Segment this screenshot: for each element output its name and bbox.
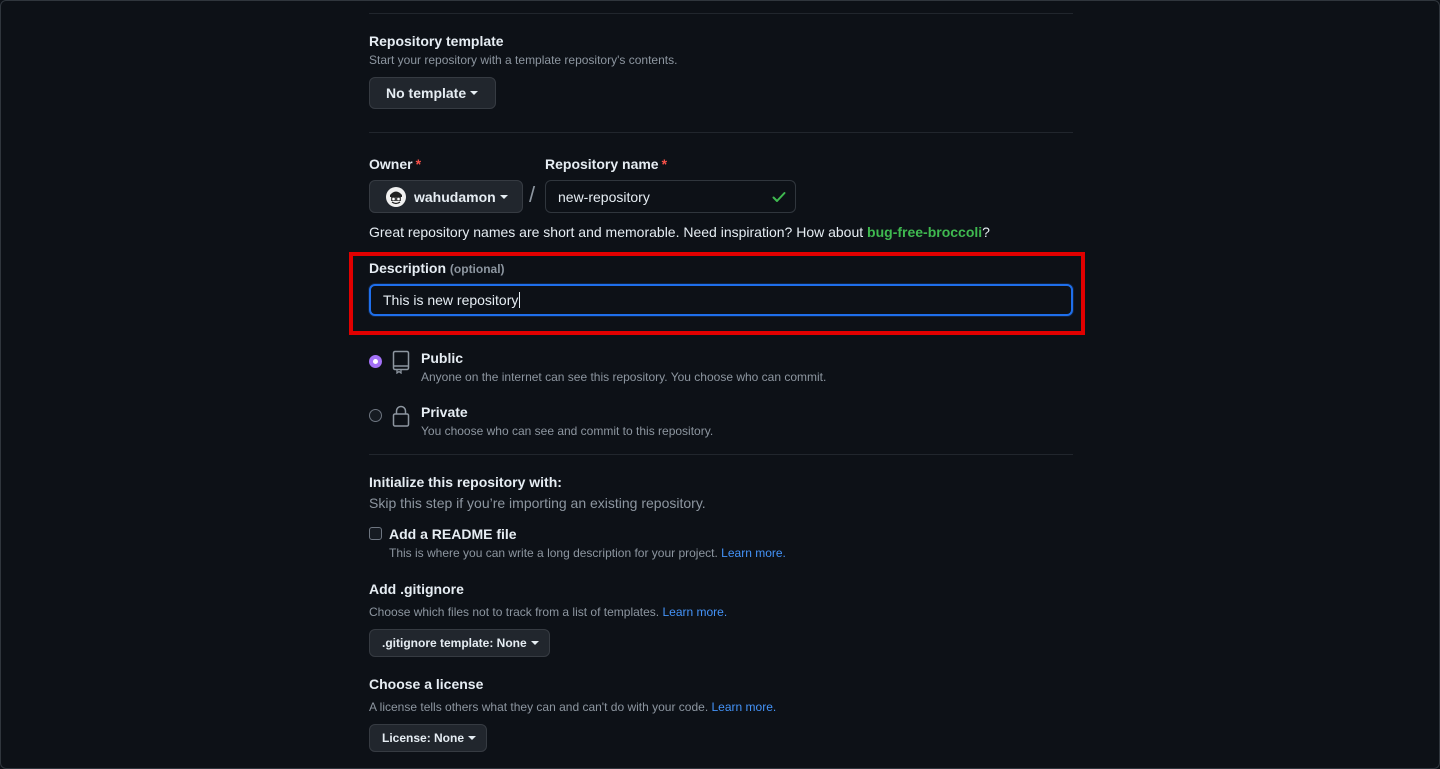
description-annotation-highlight	[349, 252, 1085, 335]
owner-dropdown-button[interactable]: wahudamon	[369, 180, 523, 213]
avatar-icon	[386, 186, 406, 207]
readme-checkbox[interactable]	[369, 527, 382, 540]
public-description: Anyone on the internet can see this repo…	[421, 370, 827, 384]
license-title: Choose a license	[369, 676, 484, 692]
owner-required-mark: *	[415, 156, 422, 172]
owner-label-text: Owner	[369, 156, 413, 172]
owner-label: Owner *	[369, 156, 421, 172]
name-suggestion-link[interactable]: bug-free-broccoli	[867, 224, 982, 240]
visibility-divider	[369, 454, 1073, 455]
license-learn-more-link[interactable]: Learn more.	[712, 700, 777, 714]
initialize-subtitle: Skip this step if you’re importing an ex…	[369, 495, 706, 511]
readme-learn-more-link[interactable]: Learn more.	[721, 546, 786, 560]
repo-name-label: Repository name *	[545, 156, 667, 172]
chevron-down-icon	[468, 736, 477, 740]
chevron-down-icon	[470, 91, 479, 95]
readme-description-text: This is where you can write a long descr…	[389, 546, 718, 560]
initialize-title: Initialize this repository with:	[369, 474, 562, 490]
license-dropdown-label: License: None	[382, 731, 465, 745]
chevron-down-icon	[499, 194, 508, 199]
license-dropdown-button[interactable]: License: None	[369, 724, 487, 752]
public-label[interactable]: Public	[421, 350, 463, 366]
template-title: Repository template	[369, 33, 504, 49]
repo-name-required-mark: *	[661, 156, 668, 172]
private-description: You choose who can see and commit to thi…	[421, 424, 714, 438]
template-dropdown-label: No template	[386, 85, 467, 101]
gitignore-description-text: Choose which files not to track from a l…	[369, 605, 660, 619]
template-subtitle: Start your repository with a template re…	[369, 53, 678, 67]
license-description: A license tells others what they can and…	[369, 700, 776, 714]
gitignore-description: Choose which files not to track from a l…	[369, 605, 727, 619]
private-radio[interactable]	[369, 409, 382, 422]
gitignore-title: Add .gitignore	[369, 581, 464, 597]
top-divider	[369, 13, 1073, 14]
owner-repo-separator: /	[529, 182, 536, 207]
owner-name: wahudamon	[414, 188, 496, 205]
repo-name-hint: Great repository names are short and mem…	[369, 224, 990, 240]
repo-name-label-text: Repository name	[545, 156, 659, 172]
readme-label[interactable]: Add a README file	[389, 526, 517, 542]
template-dropdown-button[interactable]: No template	[369, 77, 496, 109]
check-icon	[771, 189, 787, 208]
repo-name-hint-text: Great repository names are short and mem…	[369, 224, 864, 240]
repo-name-input[interactable]: new-repository	[545, 180, 796, 213]
public-radio[interactable]	[369, 355, 382, 368]
license-description-text: A license tells others what they can and…	[369, 700, 709, 714]
gitignore-dropdown-button[interactable]: .gitignore template: None	[369, 629, 550, 657]
readme-description: This is where you can write a long descr…	[389, 546, 786, 560]
chevron-down-icon	[530, 641, 539, 645]
template-divider	[369, 132, 1073, 133]
gitignore-dropdown-label: .gitignore template: None	[382, 636, 527, 650]
repo-icon	[391, 350, 411, 379]
private-label[interactable]: Private	[421, 404, 468, 420]
repo-name-value: new-repository	[558, 188, 650, 205]
repo-name-hint-suffix: ?	[982, 224, 990, 240]
page-frame: Repository template Start your repositor…	[0, 0, 1440, 769]
lock-icon	[391, 404, 411, 433]
gitignore-learn-more-link[interactable]: Learn more.	[662, 605, 727, 619]
